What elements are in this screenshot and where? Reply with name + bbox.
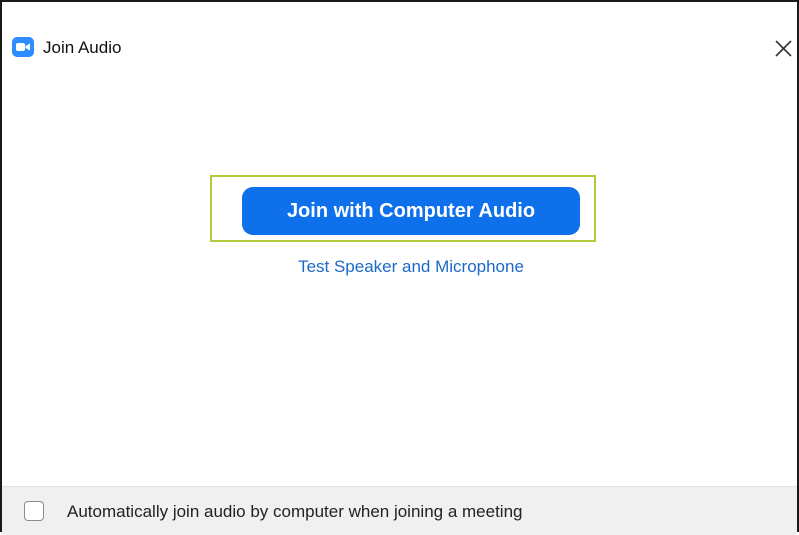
close-button[interactable] [770, 35, 796, 61]
auto-join-checkbox[interactable] [24, 501, 44, 521]
test-speaker-microphone-link[interactable]: Test Speaker and Microphone [242, 256, 580, 278]
dialog-footer: Automatically join audio by computer whe… [2, 486, 797, 535]
close-icon [774, 39, 792, 57]
dialog-titlebar: Join Audio [2, 2, 797, 92]
join-audio-dialog: Join Audio Join with Computer Audio Test… [0, 0, 799, 535]
auto-join-label[interactable]: Automatically join audio by computer whe… [67, 501, 522, 523]
dialog-title: Join Audio [43, 38, 122, 57]
join-with-computer-audio-button[interactable]: Join with Computer Audio [242, 187, 580, 235]
zoom-camera-icon [12, 37, 34, 57]
